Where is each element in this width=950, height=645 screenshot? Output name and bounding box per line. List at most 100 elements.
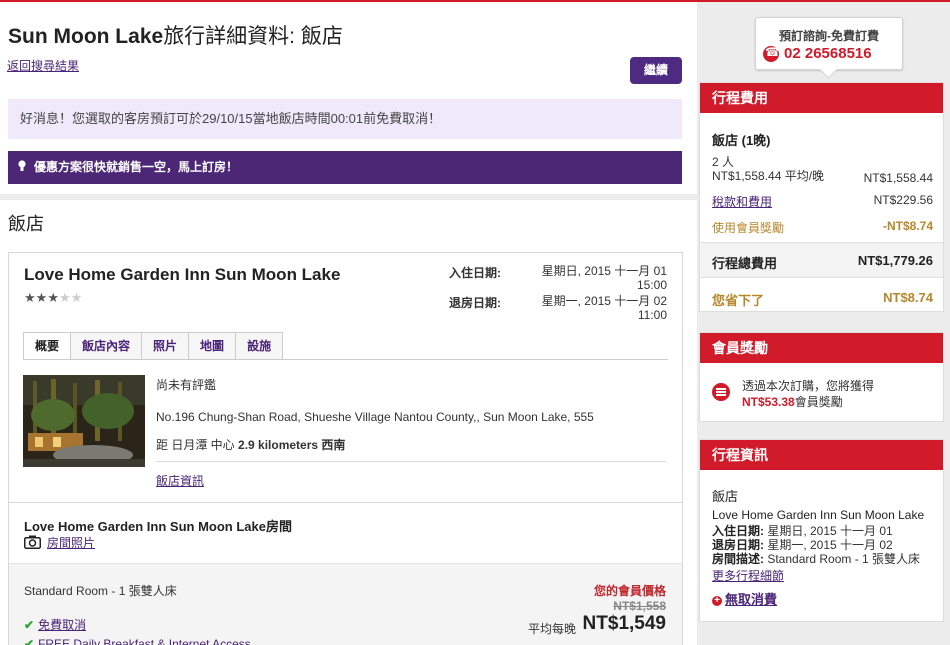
tab-overview[interactable]: 概要 — [23, 332, 72, 360]
checkout-row: 退房日期: 星期一, 2015 十一月 02 11:00 — [449, 294, 669, 324]
savings-label: 您省下了 — [712, 293, 765, 308]
savings-value: NT$8.74 — [883, 290, 933, 305]
member-rewards-title: 會員獎勵 — [700, 333, 943, 363]
hotel-tabs: 概要 飯店內容 照片 地圖 設施 — [23, 332, 284, 360]
page-title-suffix: 旅行詳細資料: 飯店 — [163, 25, 343, 48]
hotel-info-link[interactable]: 飯店資訊 — [156, 472, 204, 489]
perk-free-cancel: ✔ 免費取消 — [24, 616, 86, 633]
trip-hotel-name: Love Home Garden Inn Sun Moon Lake — [712, 508, 925, 522]
checkout-value: 星期一, 2015 十一月 02 11:00 — [541, 294, 667, 322]
tab-hotel-details[interactable]: 飯店內容 — [70, 332, 143, 359]
divider — [156, 461, 666, 462]
hotline-label: 預訂諮詢-免費訂費 — [779, 29, 879, 43]
cost-per-night-row: NT$1,558.44 平均/晚 NT$1,558.44 — [712, 167, 933, 185]
cost-tax-row: 稅款和費用 NT$229.56 — [712, 193, 933, 210]
per-night-price: NT$1,549 — [582, 613, 666, 634]
distance-prefix: 距 日月潭 中心 — [156, 438, 239, 452]
room-type: Standard Room - 1 張雙人床 — [24, 584, 177, 598]
lightbulb-icon — [18, 160, 26, 171]
tax-fees-value: NT$229.56 — [873, 193, 933, 207]
hotline-number[interactable]: 02 26568516 — [761, 45, 901, 62]
overview-panel: 尚未有評鑑 No.196 Chung-Shan Road, Shueshe Vi… — [23, 359, 668, 499]
page-title-destination: Sun Moon Lake — [8, 25, 164, 48]
hotel-section-title: 飯店 — [8, 214, 44, 234]
checkout-label: 退房日期: — [449, 296, 501, 310]
total-label: 行程總費用 — [712, 256, 778, 271]
tax-fees-link[interactable]: 稅款和費用 — [712, 195, 772, 209]
trip-cost-panel: 行程費用 飯店 (1晚) 2 人 NT$1,558.44 平均/晚 NT$1,55… — [699, 82, 944, 312]
phone-icon — [763, 45, 780, 62]
per-night-label: 平均每晚 — [527, 622, 576, 636]
checkin-label: 入住日期: — [449, 266, 501, 280]
check-icon: ✔ — [24, 637, 35, 645]
rewards-icon — [712, 383, 730, 401]
back-to-results-link[interactable]: 返回搜尋結果 — [7, 57, 79, 74]
checkin-row: 入住日期: 星期日, 2015 十一月 01 15:00 — [449, 264, 669, 294]
total-value: NT$1,779.26 — [857, 253, 933, 268]
hotel-card: Love Home Garden Inn Sun Moon Lake ★★★★★… — [8, 252, 683, 645]
trip-room-label: 房間描述: — [712, 552, 764, 566]
cost-per-night: NT$1,558.44 平均/晚 — [712, 169, 825, 183]
rewards-line2: 會員獎勵 — [794, 395, 843, 409]
reward-used-label: 使用會員獎勵 — [712, 221, 785, 235]
checkin-value: 星期日, 2015 十一月 01 15:00 — [541, 264, 667, 292]
divider — [9, 502, 682, 503]
room-option: Standard Room - 1 張雙人床 您的會員價格 NT$1,558 平… — [9, 563, 682, 645]
star-icon: ★ — [47, 290, 59, 305]
room-photos-link[interactable]: 房間照片 — [47, 534, 95, 551]
no-cancellation-fee[interactable]: + 無取消費 — [712, 589, 777, 608]
star-empty-icon: ★ — [70, 290, 83, 305]
star-icon: ★ — [24, 290, 36, 305]
rewards-text: 透過本次訂購，您將獲得 NT$53.38會員獎勵 — [742, 378, 874, 410]
trip-room-value: Standard Room - 1 張雙人床 — [764, 552, 921, 566]
tab-amenities[interactable]: 設施 — [235, 332, 284, 359]
stay-dates: 入住日期: 星期日, 2015 十一月 01 15:00 退房日期: 星期一, … — [449, 264, 669, 324]
breakfast-internet-link[interactable]: FREE Daily Breakfast & Internet Access — [38, 637, 251, 645]
no-fee-link[interactable]: 無取消費 — [725, 592, 777, 607]
trip-info-panel: 行程資訊 飯店 Love Home Garden Inn Sun Moon La… — [699, 439, 944, 622]
continue-button[interactable]: 繼續 — [630, 57, 682, 84]
star-rating: ★★★★★ — [24, 290, 82, 306]
tab-map[interactable]: 地圖 — [188, 332, 237, 359]
cost-per-night-total: NT$1,558.44 — [863, 171, 933, 185]
member-rewards-panel: 會員獎勵 透過本次訂購，您將獲得 NT$53.38會員獎勵 — [699, 332, 944, 422]
page-title: Sun Moon Lake旅行詳細資料: 飯店 — [8, 20, 343, 50]
trip-info-title: 行程資訊 — [700, 440, 943, 470]
trip-hotel-label: 飯店 — [712, 489, 739, 504]
room-section-title: Love Home Garden Inn Sun Moon Lake房間 — [24, 519, 292, 534]
plus-circle-icon: + — [712, 596, 722, 606]
booking-hotline: 預訂諮詢-免費訂費 02 26568516 — [755, 17, 903, 70]
original-price: NT$1,558 — [613, 599, 666, 613]
more-trip-details-link[interactable]: 更多行程細節 — [712, 567, 784, 584]
tab-photos[interactable]: 照片 — [141, 332, 190, 359]
reward-used-value: -NT$8.74 — [882, 219, 933, 233]
free-cancel-link[interactable]: 免費取消 — [38, 618, 86, 632]
sidebar: 預訂諮詢-免費訂費 02 26568516 行程費用 飯店 (1晚) 2 人 N… — [697, 2, 950, 645]
rewards-line1: 透過本次訂購，您將獲得 — [742, 379, 875, 393]
deal-urgency-bar: 優惠方案很快就銷售一空，馬上訂房！ — [8, 151, 682, 184]
review-status: 尚未有評鑑 — [156, 378, 217, 392]
hotel-photo[interactable] — [23, 375, 145, 467]
trip-room: 房間描述: Standard Room - 1 張雙人床 — [712, 550, 920, 567]
free-cancellation-notice: 好消息！您選取的客房預訂可於29/10/15當地飯店時間00:01前免費取消！ — [8, 99, 682, 139]
member-price-label: 您的會員價格 — [593, 584, 666, 598]
star-empty-icon: ★ — [58, 290, 71, 305]
trip-cost-title: 行程費用 — [700, 83, 943, 113]
section-divider — [0, 194, 697, 200]
check-icon: ✔ — [24, 618, 35, 632]
perk-breakfast: ✔ FREE Daily Breakfast & Internet Access — [24, 637, 251, 645]
cost-total-row: 行程總費用 NT$1,779.26 — [712, 253, 933, 272]
star-icon: ★ — [35, 290, 48, 305]
main-content: Sun Moon Lake旅行詳細資料: 飯店 返回搜尋結果 繼續 好消息！您選… — [0, 2, 697, 645]
distance-value: 2.9 kilometers 西南 — [238, 438, 346, 452]
cost-reward-row: 使用會員獎勵 -NT$8.74 — [712, 219, 933, 236]
deal-text: 優惠方案很快就銷售一空，馬上訂房！ — [34, 160, 239, 174]
cost-savings-row: 您省下了 NT$8.74 — [712, 290, 933, 309]
hotline-number-text: 02 26568516 — [784, 45, 872, 62]
cost-hotel-line: 飯店 (1晚) — [712, 133, 771, 148]
camera-icon[interactable] — [24, 535, 41, 549]
hotel-name: Love Home Garden Inn Sun Moon Lake — [24, 265, 341, 284]
hotel-distance: 距 日月潭 中心 2.9 kilometers 西南 — [156, 436, 345, 453]
rewards-amount: NT$53.38 — [742, 395, 795, 409]
hotel-address: No.196 Chung-Shan Road, Shueshe Village … — [156, 410, 594, 424]
